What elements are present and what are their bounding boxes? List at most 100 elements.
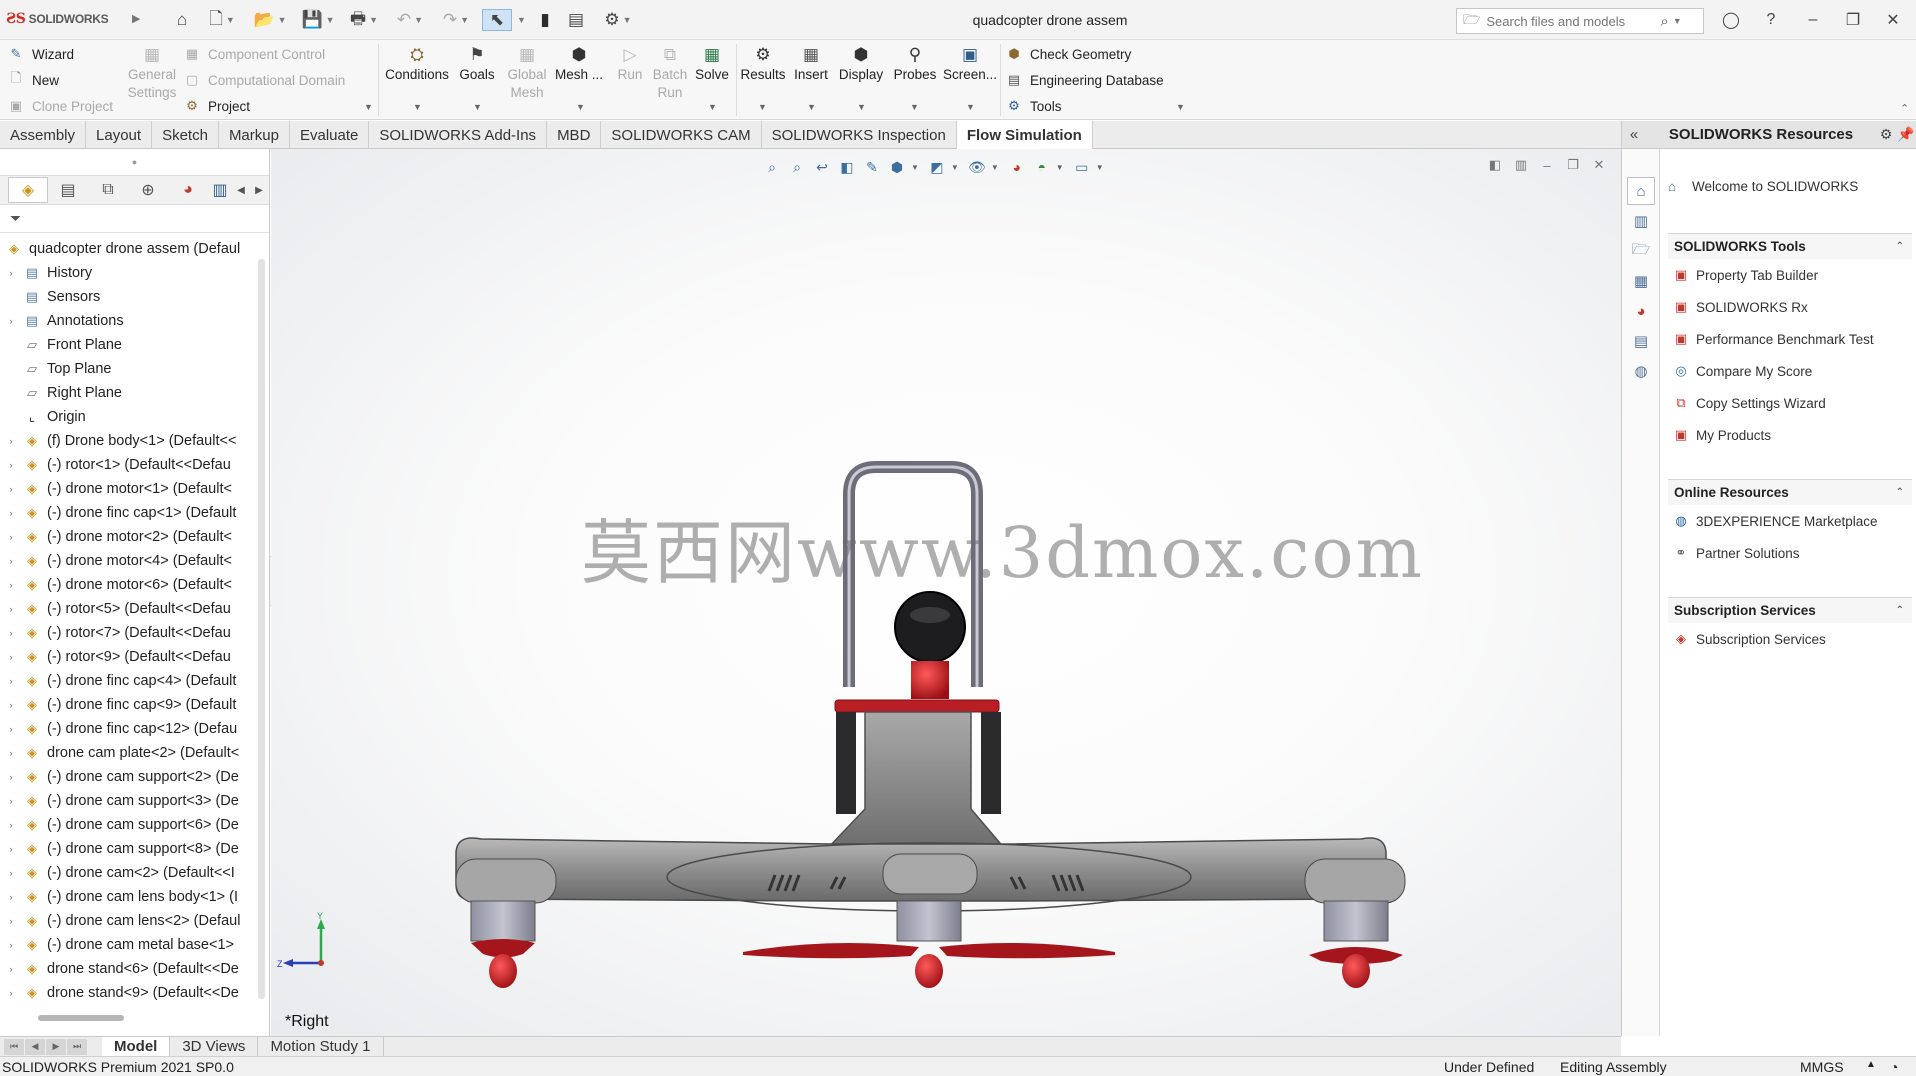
dimxpert-tab-icon[interactable]: ⊕	[128, 177, 168, 203]
units-dropdown-icon[interactable]: ▲	[1866, 1059, 1876, 1070]
zoom-to-fit-icon[interactable]: ⌕	[761, 156, 783, 178]
custom-properties-tab-icon[interactable]: ▤	[1627, 327, 1655, 355]
insert-dropdown-icon[interactable]: ▼	[807, 102, 816, 112]
solve-dropdown-icon[interactable]: ▼	[708, 102, 717, 112]
expand-arrow-icon[interactable]: ›	[4, 724, 18, 734]
display-button[interactable]: ⬢ Display	[836, 46, 886, 84]
insert-button[interactable]: ▦ Insert	[790, 46, 832, 84]
project-dropdown-icon[interactable]: ▼	[364, 102, 373, 112]
tab-model[interactable]: Model	[102, 1036, 171, 1057]
redo-button[interactable]: ↷ ▼	[438, 9, 474, 31]
display-manager-tab-icon[interactable]: ◕	[168, 177, 208, 203]
viewport-minimize-icon[interactable]: –	[1537, 155, 1557, 175]
project-button[interactable]: ⚙ Project	[184, 98, 250, 114]
expand-arrow-icon[interactable]: ›	[4, 628, 18, 638]
view-settings-dropdown-icon[interactable]: ▼	[1096, 163, 1104, 172]
search-box[interactable]: 🗁 ⌕ ▼	[1456, 8, 1704, 34]
expand-arrow-icon[interactable]: ›	[4, 436, 18, 446]
probes-dropdown-icon[interactable]: ▼	[910, 102, 919, 112]
tab-mbd[interactable]: MBD	[547, 121, 602, 149]
last-tab-icon[interactable]: ⏭	[67, 1038, 87, 1055]
tree-item[interactable]: › ◈ (-) rotor<1> (Default<<Defau	[0, 453, 258, 477]
tree-item[interactable]: ▱ Right Plane	[0, 381, 258, 405]
tab-sketch[interactable]: Sketch	[152, 121, 219, 149]
undo-button[interactable]: ↶ ▼	[392, 9, 428, 31]
tree-horizontal-scrollbar[interactable]	[38, 1015, 124, 1021]
graphics-viewport[interactable]: ⌕ ⌕ ↩ ◧ ✎ ⬢ ▼ ◩ ▼ 👁 ▼ ◕ ◓ ▼ ▭ ▼ ◧ ▥ – ❐ ✕ 莫西网…	[271, 149, 1621, 1036]
tree-item[interactable]: ⌞ Origin	[0, 405, 258, 429]
solve-button[interactable]: ▦ Solve	[692, 46, 732, 84]
file-explorer-tab-icon[interactable]: 🗁	[1627, 237, 1655, 265]
tree-filter[interactable]: ⏷	[0, 205, 269, 233]
solidworks-logo[interactable]: ƧS SOLIDWORKS	[6, 10, 109, 27]
minimize-window-icon[interactable]: –	[1798, 6, 1828, 34]
file-properties-icon[interactable]: ▤	[564, 9, 588, 31]
design-library-tab-icon[interactable]: ▥	[1627, 207, 1655, 235]
display-dropdown-icon[interactable]: ▼	[857, 102, 866, 112]
expand-arrow-icon[interactable]: ›	[4, 604, 18, 614]
clone-project-button[interactable]: ▣ Clone Project	[8, 98, 113, 114]
customize-status-icon[interactable]: ◔	[1890, 1059, 1898, 1075]
tree-item[interactable]: › ◈ (-) drone cam support<2> (De	[0, 765, 258, 789]
performance-benchmark-link[interactable]: ▣ Performance Benchmark Test	[1668, 323, 1912, 355]
tree-item[interactable]: ▤ Sensors	[0, 285, 258, 309]
save-button[interactable]: 💾 ▼	[298, 9, 338, 31]
panel-grip[interactable]: ●	[0, 149, 269, 175]
task-pane-collapse-icon[interactable]: «	[1622, 126, 1646, 143]
open-folder-button[interactable]: 📂 ▼	[250, 9, 290, 31]
expand-arrow-icon[interactable]: ›	[4, 316, 18, 326]
welcome-link[interactable]: ⌂ Welcome to SOLIDWORKS	[1668, 179, 1858, 194]
subscription-services-link[interactable]: ◈ Subscription Services	[1668, 623, 1912, 655]
print-button[interactable]: 🖶 ▼	[344, 9, 384, 31]
tabs-scroll-left-icon[interactable]: ◀	[232, 177, 250, 203]
tab-flow-simulation[interactable]: Flow Simulation	[956, 121, 1093, 149]
tree-item[interactable]: › ▤ Annotations	[0, 309, 258, 333]
search-input[interactable]	[1486, 13, 1655, 29]
expand-arrow-icon[interactable]: ›	[4, 988, 18, 998]
probes-button[interactable]: ⚲ Probes	[890, 46, 940, 84]
section-header[interactable]: Subscription Services ⌃	[1668, 597, 1912, 623]
close-window-icon[interactable]: ✕	[1878, 6, 1908, 34]
tree-item[interactable]: › ◈ (-) rotor<9> (Default<<Defau	[0, 645, 258, 669]
tree-item[interactable]: › ◈ (-) drone cam lens body<1> (I	[0, 885, 258, 909]
expand-arrow-icon[interactable]: ›	[4, 556, 18, 566]
expand-arrow-icon[interactable]: ›	[4, 748, 18, 758]
zoom-to-area-icon[interactable]: ⌕	[786, 156, 808, 178]
property-manager-tab-icon[interactable]: ▤	[48, 177, 88, 203]
expand-arrow-icon[interactable]: ›	[4, 484, 18, 494]
flow-analysis-tab-icon[interactable]: ▥	[208, 177, 232, 203]
screen-dropdown-icon[interactable]: ▼	[966, 102, 975, 112]
search-dropdown-icon[interactable]: ▼	[1673, 16, 1682, 26]
conditions-dropdown-icon[interactable]: ▼	[413, 102, 422, 112]
tab-3d-views[interactable]: 3D Views	[170, 1036, 259, 1057]
tree-item[interactable]: › ◈ drone stand<9> (Default<<De	[0, 981, 258, 1005]
new-document-button[interactable]: 🗋 ▼	[204, 9, 240, 31]
tab-motion-study-1[interactable]: Motion Study 1	[258, 1036, 384, 1057]
tree-item[interactable]: › ◈ drone stand<6> (Default<<De	[0, 957, 258, 981]
configuration-manager-tab-icon[interactable]: ⧉	[88, 177, 128, 203]
my-products-link[interactable]: ▣ My Products	[1668, 419, 1912, 451]
component-control-button[interactable]: ▦ Component Control	[184, 46, 325, 62]
property-tab-builder-link[interactable]: ▣ Property Tab Builder	[1668, 259, 1912, 291]
section-header[interactable]: Online Resources ⌃	[1668, 479, 1912, 505]
split-view-horizontal-icon[interactable]: ▥	[1511, 155, 1531, 175]
select-pointer-icon[interactable]: ⬉	[482, 9, 512, 31]
3dexperience-tab-icon[interactable]: ◍	[1627, 357, 1655, 385]
edit-appearance-icon[interactable]: ◕	[1006, 156, 1028, 178]
expand-arrow-icon[interactable]: ›	[4, 508, 18, 518]
tree-item[interactable]: ▱ Top Plane	[0, 357, 258, 381]
tab-evaluate[interactable]: Evaluate	[290, 121, 370, 149]
viewport-close-icon[interactable]: ✕	[1589, 155, 1609, 175]
traffic-light-icon[interactable]: ▮	[534, 9, 556, 31]
feature-manager-tab-icon[interactable]: ◈	[8, 177, 48, 203]
tree-item[interactable]: › ◈ drone cam plate<2> (Default<	[0, 741, 258, 765]
general-settings-button[interactable]: ▦ General Settings	[124, 46, 180, 102]
computational-domain-button[interactable]: ▢ Computational Domain	[184, 72, 345, 88]
expand-arrow-icon[interactable]: ›	[4, 460, 18, 470]
tree-item[interactable]: › ◈ (-) drone finc cap<4> (Default	[0, 669, 258, 693]
collapse-chevron-icon[interactable]: ⌃	[1896, 487, 1904, 498]
previous-view-icon[interactable]: ↩	[811, 156, 833, 178]
tree-root[interactable]: ◈ quadcopter drone assem (Defaul	[0, 237, 258, 261]
section-view-icon[interactable]: ◧	[836, 156, 858, 178]
solidworks-resources-tab-icon[interactable]: ⌂	[1627, 177, 1655, 205]
